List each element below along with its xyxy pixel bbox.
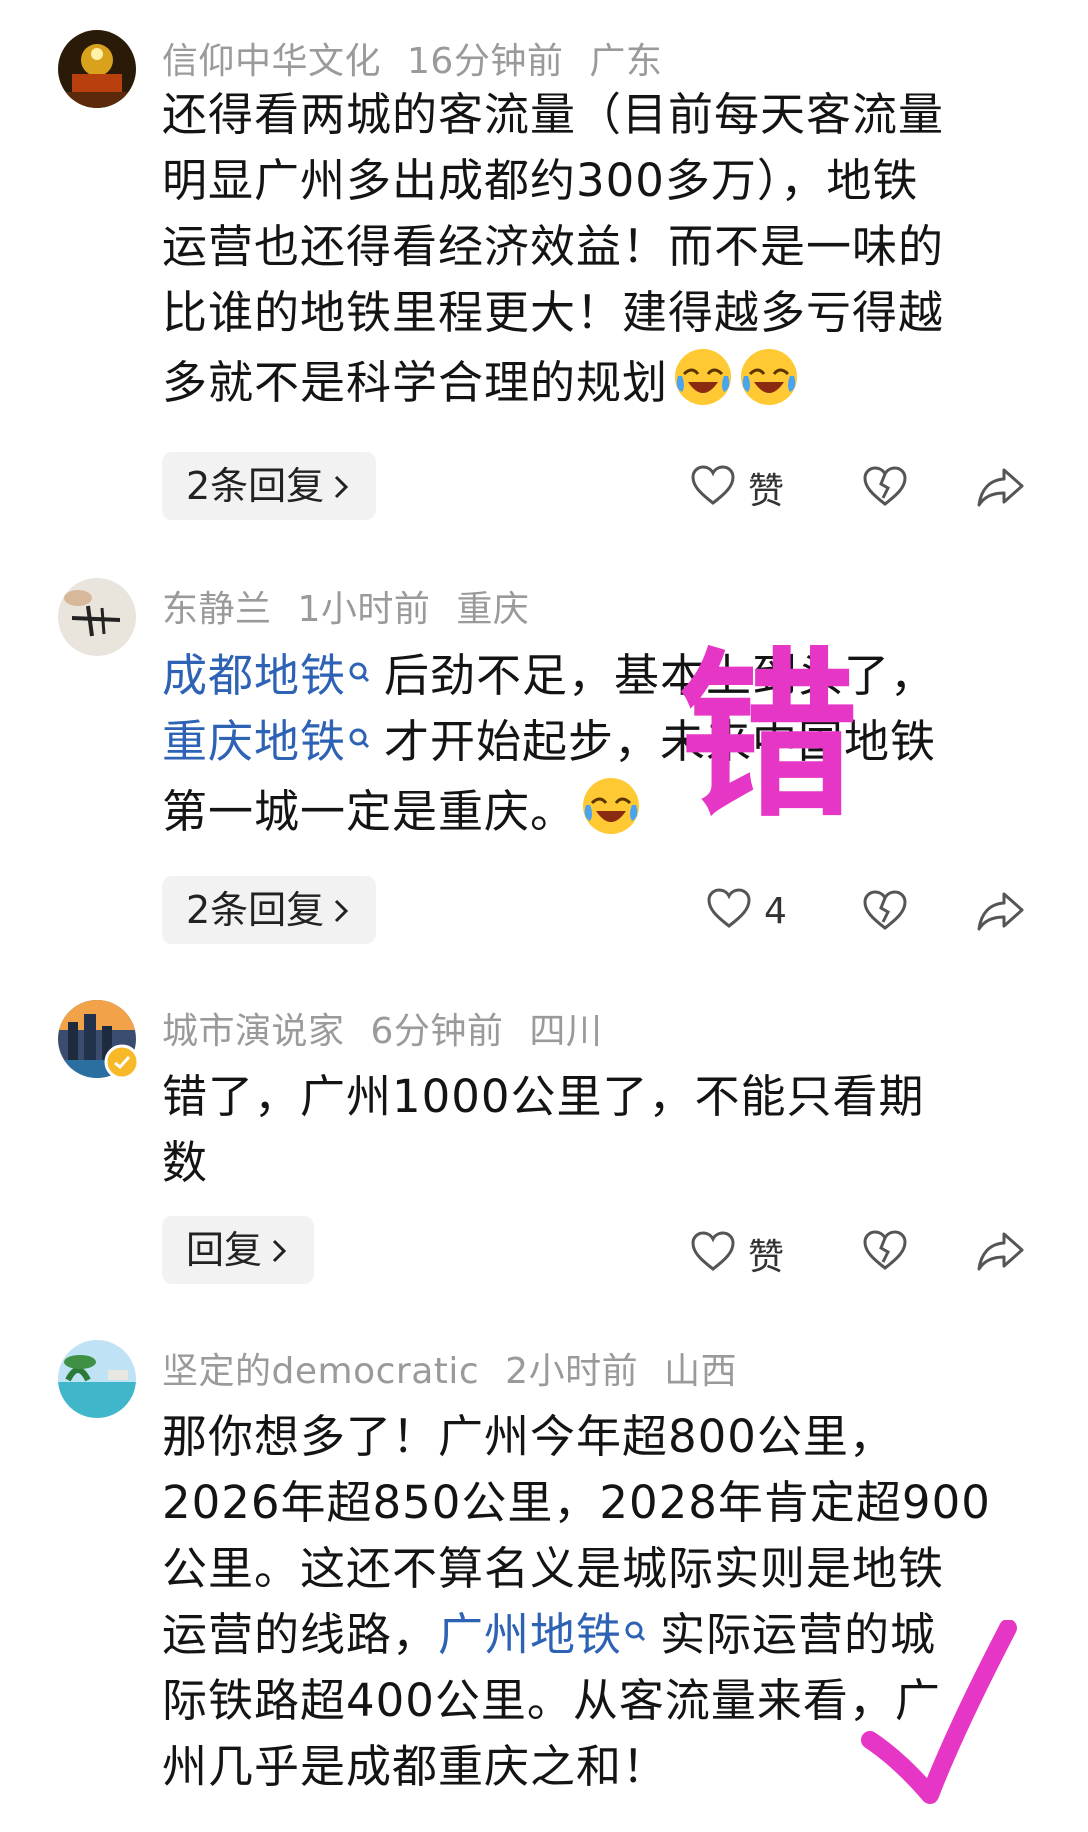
location: 广东 — [589, 41, 663, 82]
comment-text: 错了，广州1000公里了，不能只看期 数 — [162, 1064, 1042, 1196]
username[interactable]: 东静兰 — [162, 589, 272, 630]
search-magnifier-icon[interactable] — [348, 643, 370, 709]
comment-line: 运营的线路，广州地铁 实际运营的城 — [162, 1602, 1042, 1668]
reply-button[interactable]: 回复 — [162, 1216, 315, 1286]
comment-line: 数 — [162, 1136, 209, 1189]
view-replies-button[interactable]: 2条回复 — [162, 876, 377, 946]
comment-text: 那你想多了！广州今年超800公里， 2026年超850公里，2028年肯定超90… — [162, 1404, 1042, 1800]
dislike-button[interactable] — [862, 1230, 908, 1276]
like-count: 4 — [764, 890, 787, 932]
comment-line-text: 运营的线路， — [162, 1608, 439, 1661]
avatar[interactable] — [58, 30, 136, 108]
chevron-right-icon — [332, 454, 350, 522]
stamp-annotation: 错 — [678, 633, 859, 842]
avatar[interactable] — [58, 1340, 136, 1418]
comment-line: 2026年超850公里，2028年肯定超900 — [162, 1476, 991, 1529]
comment-meta: 坚定的democratic 2小时前 山西 — [162, 1342, 763, 1394]
location: 四川 — [529, 1011, 603, 1052]
like-label: 赞 — [748, 1237, 785, 1278]
chevron-right-icon — [270, 1218, 288, 1286]
comment-line: 州几乎是成都重庆之和！ — [162, 1740, 669, 1793]
heart-outline-icon — [690, 1231, 736, 1277]
timestamp: 1小时前 — [297, 589, 431, 630]
timestamp: 16分钟前 — [407, 41, 564, 82]
comment-meta: 东静兰 1小时前 重庆 — [162, 580, 555, 632]
avatar[interactable] — [58, 578, 136, 656]
broken-heart-icon — [862, 1230, 908, 1276]
like-label: 赞 — [748, 471, 785, 512]
reply-label: 2条回复 — [186, 464, 325, 508]
heart-outline-icon — [690, 465, 736, 511]
username[interactable]: 信仰中华文化 — [162, 41, 381, 82]
dislike-button[interactable] — [862, 466, 908, 512]
like-button[interactable]: 赞 — [690, 462, 784, 514]
location: 重庆 — [456, 589, 530, 630]
comment-line: 公里。这还不算名义是城际实则是地铁 — [162, 1542, 945, 1595]
comment-line: 重庆地铁 才开始起步，未来中国地铁 — [162, 709, 1042, 775]
avatar[interactable] — [58, 1000, 136, 1078]
topic-link[interactable]: 重庆地铁 — [162, 715, 346, 768]
reply-label: 2条回复 — [186, 888, 325, 932]
heart-outline-icon — [706, 888, 752, 934]
timestamp: 6分钟前 — [370, 1011, 504, 1052]
share-arrow-icon — [976, 466, 1026, 512]
reply-label: 回复 — [186, 1228, 263, 1272]
comment-line-text: 第一城一定是重庆。 — [162, 785, 577, 838]
search-magnifier-icon[interactable] — [348, 709, 370, 775]
share-arrow-icon — [976, 1230, 1026, 1276]
comment-line-text: 实际运营的城 — [660, 1608, 937, 1661]
chevron-right-icon — [332, 878, 350, 946]
topic-link[interactable]: 成都地铁 — [162, 649, 346, 702]
comment-meta: 信仰中华文化 16分钟前 广东 — [162, 32, 688, 84]
comment-line: 成都地铁 后劲不足，基本上到头了， — [162, 643, 1042, 709]
timestamp: 2小时前 — [505, 1351, 639, 1392]
comment-line: 际铁路超400公里。从客流量来看，广 — [162, 1674, 941, 1727]
username[interactable]: 城市演说家 — [162, 1011, 345, 1052]
location: 山西 — [664, 1351, 738, 1392]
laugh-cry-emoji-icon — [738, 346, 800, 408]
comment-line: 还得看两城的客流量（目前每天客流量 — [162, 88, 945, 141]
share-arrow-icon — [976, 890, 1026, 936]
comment-line-text: 多就不是科学合理的规划 — [162, 356, 669, 409]
comment-line: 错了，广州1000公里了，不能只看期 — [162, 1070, 925, 1123]
laugh-cry-emoji-icon — [580, 775, 642, 837]
like-button[interactable]: 赞 — [690, 1228, 784, 1280]
topic-link[interactable]: 广州地铁 — [438, 1608, 622, 1661]
comment-line: 多就不是科学合理的规划 — [162, 346, 1042, 416]
broken-heart-icon — [862, 466, 908, 512]
comment-text: 成都地铁 后劲不足，基本上到头了， 重庆地铁 才开始起步，未来中国地铁 第一城一定是… — [162, 643, 1042, 845]
like-button[interactable]: 4 — [706, 888, 787, 934]
share-button[interactable] — [976, 890, 1026, 936]
search-magnifier-icon[interactable] — [624, 1602, 646, 1668]
share-button[interactable] — [976, 466, 1026, 512]
comment-line: 那你想多了！广州今年超800公里， — [162, 1410, 895, 1463]
comment-text: 还得看两城的客流量（目前每天客流量 明显广州多出成都约300多万），地铁 运营也… — [162, 82, 1042, 416]
comment-line: 运营也还得看经济效益！而不是一味的 — [162, 220, 945, 273]
share-button[interactable] — [976, 1230, 1026, 1276]
laugh-cry-emoji-icon — [672, 346, 734, 408]
dislike-button[interactable] — [862, 890, 908, 936]
comment-line: 比谁的地铁里程更大！建得越多亏得越 — [162, 286, 945, 339]
username[interactable]: 坚定的democratic — [162, 1351, 479, 1392]
broken-heart-icon — [862, 890, 908, 936]
view-replies-button[interactable]: 2条回复 — [162, 452, 377, 522]
comment-line: 明显广州多出成都约300多万），地铁 — [162, 154, 919, 207]
comment-meta: 城市演说家 6分钟前 四川 — [162, 1002, 628, 1054]
comment-line: 第一城一定是重庆。 — [162, 775, 1042, 845]
